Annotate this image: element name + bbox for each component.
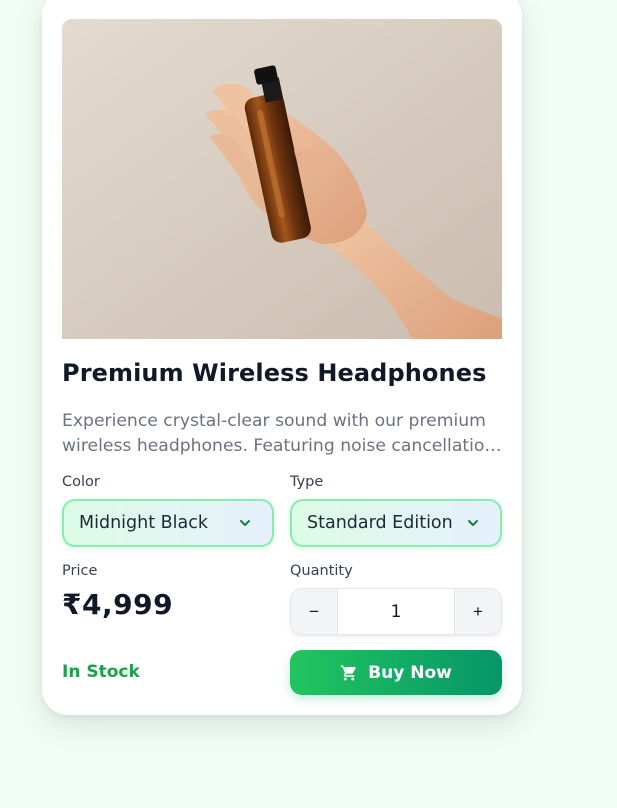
type-select[interactable]: Standard Edition (290, 499, 502, 547)
chevron-down-icon (466, 516, 480, 530)
price-label: Price (62, 563, 98, 579)
quantity-label: Quantity (290, 563, 353, 579)
type-label: Type (290, 474, 324, 490)
stock-status: In Stock (62, 662, 140, 682)
product-card: Premium Wireless Headphones Experience c… (42, 0, 522, 715)
color-select[interactable]: Midnight Black (62, 499, 274, 547)
product-price: ₹4,999 (62, 588, 174, 621)
product-image (62, 19, 502, 339)
color-label: Color (62, 474, 100, 490)
buy-now-label: Buy Now (368, 662, 452, 683)
product-description: Experience crystal-clear sound with our … (62, 411, 496, 456)
decrement-button[interactable]: − (291, 589, 337, 634)
quantity-stepper: − 1 + (290, 588, 502, 635)
chevron-down-icon (238, 516, 252, 530)
buy-now-button[interactable]: Buy Now (290, 650, 502, 695)
color-select-value: Midnight Black (79, 513, 208, 533)
type-select-value: Standard Edition (307, 513, 453, 533)
product-title: Premium Wireless Headphones (62, 359, 487, 387)
quantity-value[interactable]: 1 (337, 589, 455, 634)
shopping-cart-icon (340, 664, 358, 682)
increment-button[interactable]: + (455, 589, 501, 634)
